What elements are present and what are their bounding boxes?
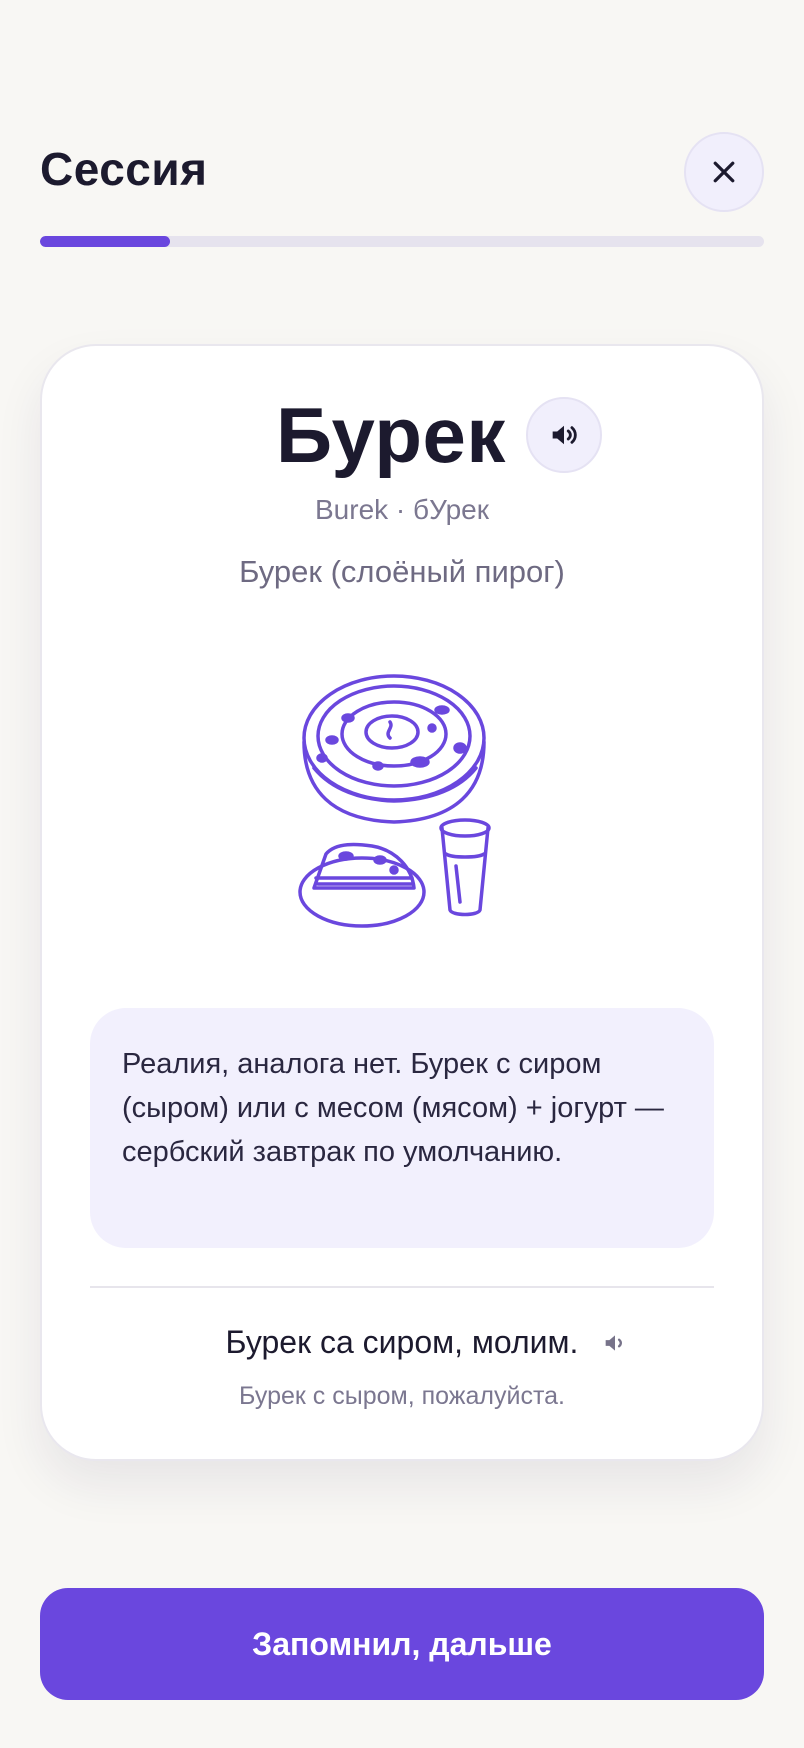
session-screen: Сессия Бурек Burek · бУрек Бурек (слоёны… <box>0 0 804 1748</box>
close-button[interactable] <box>684 132 764 212</box>
word-row: Бурек <box>42 396 762 474</box>
page-title: Сессия <box>40 143 208 195</box>
example-translation: Бурек с сыром, пожалуйста. <box>239 1382 565 1410</box>
example-audio-button[interactable] <box>600 1328 630 1358</box>
speaker-icon <box>606 1334 623 1351</box>
word-title: Бурек <box>276 391 506 479</box>
header: Сессия <box>40 130 764 216</box>
next-button[interactable]: Запомнил, дальше <box>40 1588 764 1700</box>
speaker-icon <box>552 425 577 445</box>
example-row: Бурек са сиром, молим. <box>42 1324 762 1361</box>
word-audio-button[interactable] <box>525 397 602 473</box>
word-card: Бурек Burek · бУрек Бурек (слоёный пирог… <box>40 344 764 1461</box>
translation: Бурек (слоёный пирог) <box>239 554 565 589</box>
close-icon <box>713 161 735 183</box>
divider <box>90 1286 714 1288</box>
note-box: Реалия, аналога нет. Бурек с сиром (сыро… <box>90 1008 714 1248</box>
transliteration: Burek · бУрек <box>315 494 489 525</box>
progress-bar <box>40 236 764 247</box>
burek-illustration-icon <box>298 674 491 928</box>
example-sentence: Бурек са сиром, молим. <box>225 1324 579 1360</box>
progress-fill <box>40 236 171 247</box>
